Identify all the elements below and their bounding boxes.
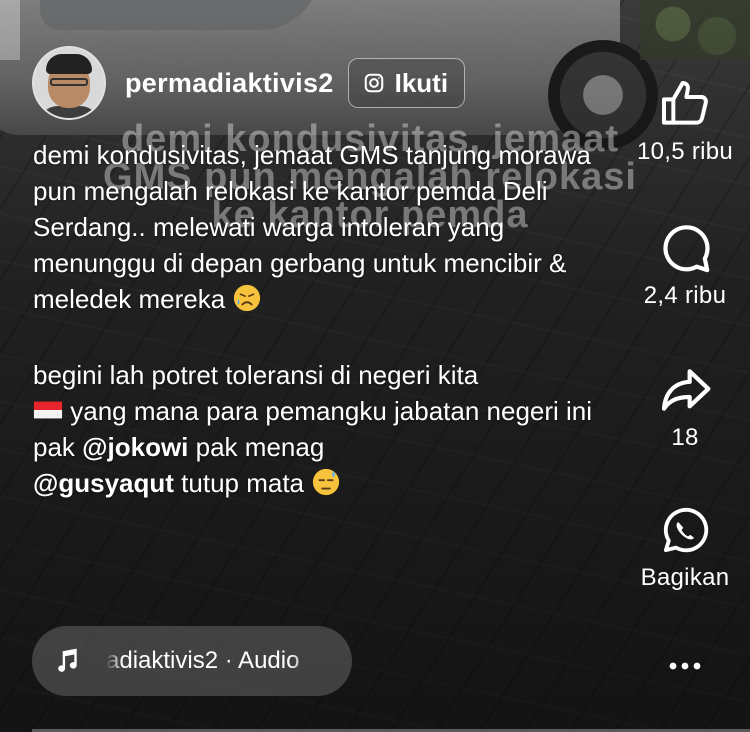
follow-label: Ikuti: [394, 67, 449, 98]
audio-pill[interactable]: adiaktivis2 · Audio: [32, 626, 352, 696]
whatsapp-share-action[interactable]: Bagikan: [620, 504, 750, 592]
mention-link[interactable]: @jokowi: [82, 432, 188, 462]
more-options-button[interactable]: [620, 654, 750, 678]
mention-link[interactable]: @gusyaqut: [33, 468, 174, 498]
like-count: 10,5 ribu: [636, 138, 734, 165]
avatar-shirt: [38, 106, 100, 118]
caption-text: begini lah potret toleransi di negeri ki…: [33, 360, 479, 390]
music-icon: [58, 648, 77, 672]
caption-text: pak menag: [195, 432, 325, 462]
share-action[interactable]: 18: [620, 362, 750, 452]
avatar-glasses: [50, 78, 88, 86]
post-caption[interactable]: demi kondusivitas, jemaat GMS tanjung mo…: [33, 137, 593, 501]
follow-button[interactable]: Ikuti: [347, 58, 466, 108]
caption-paragraph-1: demi kondusivitas, jemaat GMS tanjung mo…: [33, 137, 593, 317]
caption-text: demi kondusivitas, jemaat GMS tanjung mo…: [33, 140, 591, 314]
share-icon: [661, 369, 711, 411]
avatar[interactable]: [32, 46, 106, 120]
comment-count: 2,4 ribu: [643, 282, 727, 309]
sad-relieved-emoji: [234, 284, 261, 312]
whatsapp-icon: [663, 507, 709, 553]
comment-action[interactable]: 2,4 ribu: [620, 220, 750, 310]
username[interactable]: permadiaktivis2: [125, 68, 334, 99]
instagram-icon: [364, 73, 383, 93]
like-icon: [662, 81, 708, 125]
avatar-hair: [46, 54, 92, 74]
downcast-sweat-emoji: [313, 468, 340, 496]
indonesia-flag-emoji: [33, 401, 63, 419]
profile-row: permadiaktivis2 Ikuti: [32, 46, 466, 120]
comment-icon: [663, 225, 710, 273]
like-action[interactable]: 10,5 ribu: [620, 76, 750, 166]
caption-text: tutup mata: [181, 468, 305, 498]
whatsapp-share-label: Bagikan: [640, 564, 730, 591]
audio-label: adiaktivis2 · Audio: [106, 647, 300, 674]
share-count: 18: [671, 424, 699, 451]
more-icon: [669, 662, 701, 670]
caption-paragraph-2: begini lah potret toleransi di negeri ki…: [33, 357, 593, 501]
